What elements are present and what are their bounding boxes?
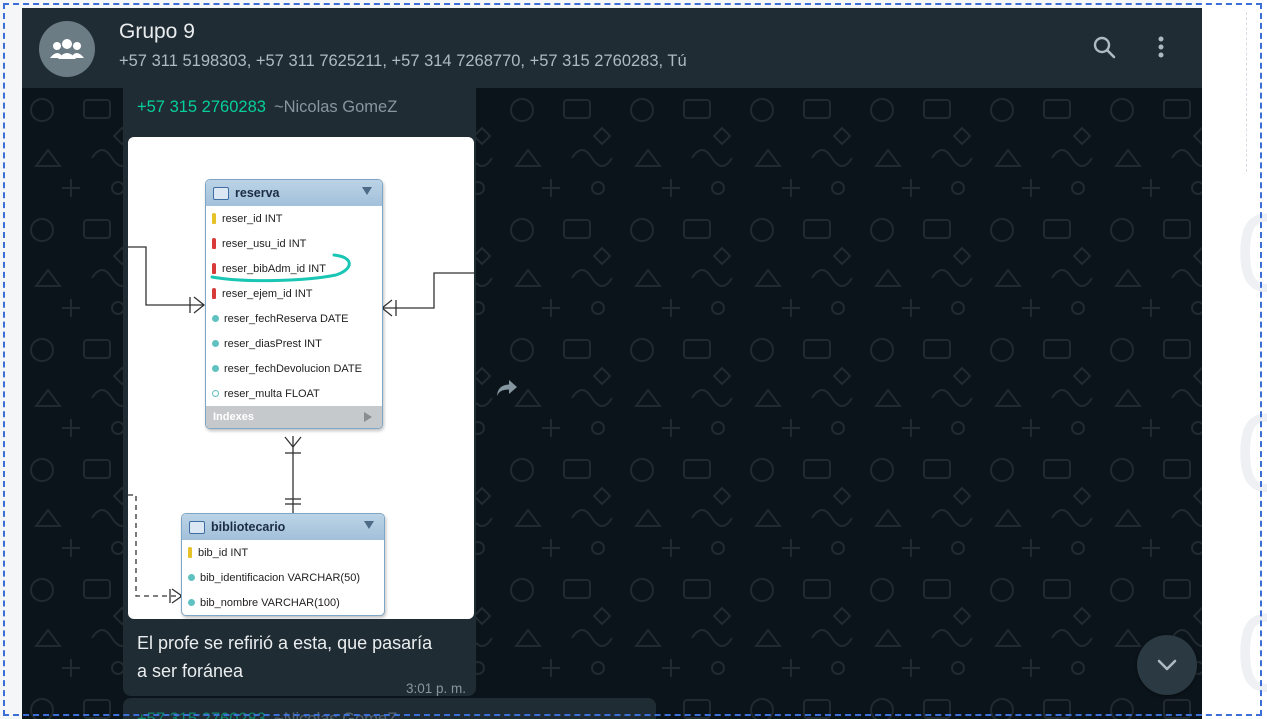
selection-frame xyxy=(3,3,1262,716)
